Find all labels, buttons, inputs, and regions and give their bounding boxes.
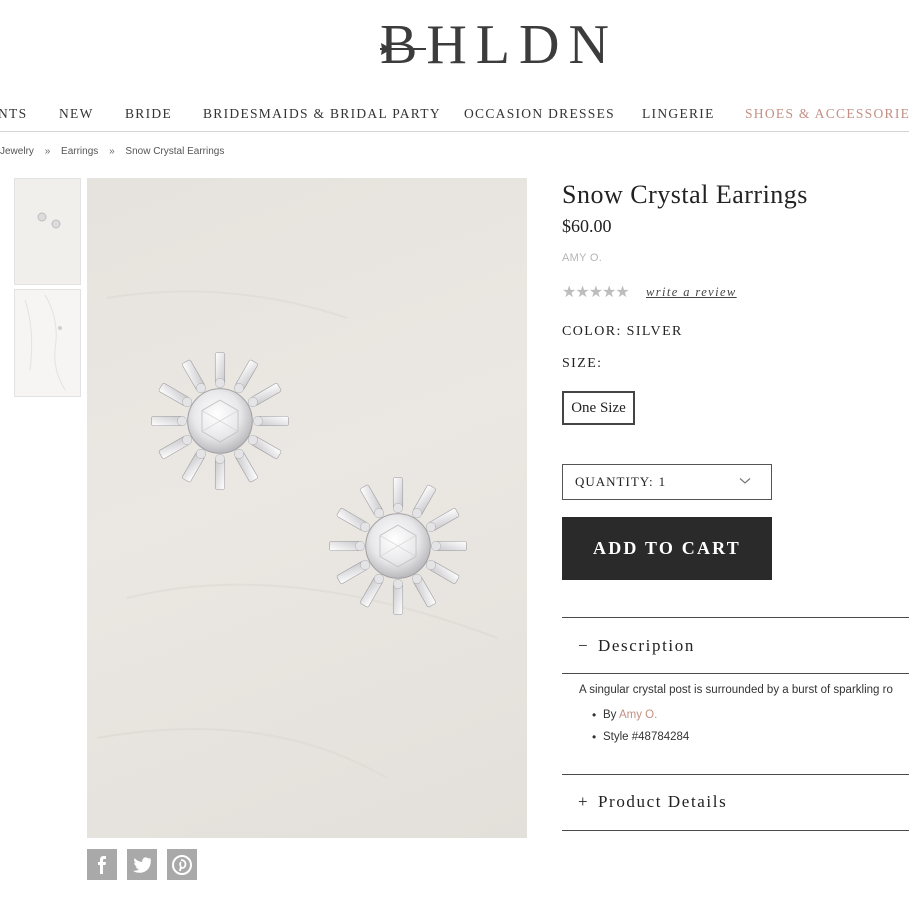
product-details-toggle[interactable]: + Product Details xyxy=(578,792,727,812)
list-item: Style #48784284 xyxy=(592,730,690,744)
snow-crystal-earrings-image xyxy=(96,290,498,779)
description-heading: Description xyxy=(598,636,695,655)
rating-stars: ★★★★★ xyxy=(562,284,630,301)
divider xyxy=(562,673,909,674)
style-number: Style #48784284 xyxy=(603,731,690,743)
pinterest-share-button[interactable] xyxy=(167,849,197,880)
description-toggle[interactable]: − Description xyxy=(578,636,695,656)
designer-name[interactable]: AMY O. xyxy=(562,252,602,264)
product-main-image[interactable] xyxy=(87,178,527,838)
size-option-one-size[interactable]: One Size xyxy=(562,391,635,425)
collapse-icon: − xyxy=(578,636,590,655)
quantity-value: 1 xyxy=(658,474,667,489)
facebook-share-button[interactable] xyxy=(87,849,117,880)
pinterest-icon xyxy=(172,854,192,875)
twitter-icon xyxy=(133,856,151,873)
twitter-share-button[interactable] xyxy=(127,849,157,880)
add-to-cart-button[interactable]: ADD TO CART xyxy=(562,517,772,580)
expand-icon: + xyxy=(578,792,590,811)
breadcrumb-earrings[interactable]: Earrings xyxy=(61,146,98,157)
product-details-heading: Product Details xyxy=(598,792,728,811)
write-review-link[interactable]: write a review xyxy=(646,285,737,300)
list-item: By Amy O. xyxy=(592,708,689,722)
product-title: Snow Crystal Earrings xyxy=(562,180,808,209)
nav-item-shoes-accessories[interactable]: SHOES & ACCESSORIES xyxy=(745,106,909,122)
breadcrumb-jewelry[interactable]: Jewelry xyxy=(0,146,34,157)
divider xyxy=(562,774,909,775)
nav-item-new[interactable]: NEW xyxy=(59,106,94,122)
nav-item-events[interactable]: NTS xyxy=(0,106,27,122)
chevron-down-icon xyxy=(739,478,751,484)
size-label: SIZE: xyxy=(562,356,603,371)
description-text: A singular crystal post is surrounded by… xyxy=(579,684,893,696)
arrow-logo-icon xyxy=(380,43,426,55)
brand-logo[interactable]: BHLDN xyxy=(380,16,618,74)
nav-item-occasion-dresses[interactable]: OCCASION DRESSES xyxy=(464,106,615,122)
description-list: By Amy O. Style #48784284 xyxy=(592,708,690,753)
color-label: COLOR: SILVER xyxy=(562,324,683,339)
thumbnail-2[interactable] xyxy=(14,289,81,397)
designer-link[interactable]: Amy O. xyxy=(619,709,657,721)
earrings-on-model-thumbnail xyxy=(24,294,66,391)
quantity-select[interactable]: QUANTITY: 1 xyxy=(562,464,772,500)
thumbnail-1[interactable] xyxy=(14,178,81,285)
quantity-label: QUANTITY: xyxy=(575,474,654,489)
breadcrumb-separator: » xyxy=(109,146,115,157)
main-nav: NTS NEW BRIDE BRIDESMAIDS & BRIDAL PARTY… xyxy=(0,96,909,132)
nav-item-lingerie[interactable]: LINGERIE xyxy=(642,106,715,122)
earrings-thumbnail xyxy=(37,212,61,229)
facebook-icon xyxy=(98,855,106,874)
divider xyxy=(562,830,909,831)
product-price: $60.00 xyxy=(562,216,612,236)
nav-item-bride[interactable]: BRIDE xyxy=(125,106,172,122)
breadcrumb-separator: » xyxy=(44,146,51,157)
by-prefix: By xyxy=(603,709,617,721)
breadcrumb-current: Snow Crystal Earrings xyxy=(125,146,225,157)
divider xyxy=(562,617,909,618)
breadcrumb: Jewelry » Earrings » Snow Crystal Earrin… xyxy=(0,146,232,157)
nav-item-bridesmaids[interactable]: BRIDESMAIDS & BRIDAL PARTY xyxy=(203,106,441,122)
